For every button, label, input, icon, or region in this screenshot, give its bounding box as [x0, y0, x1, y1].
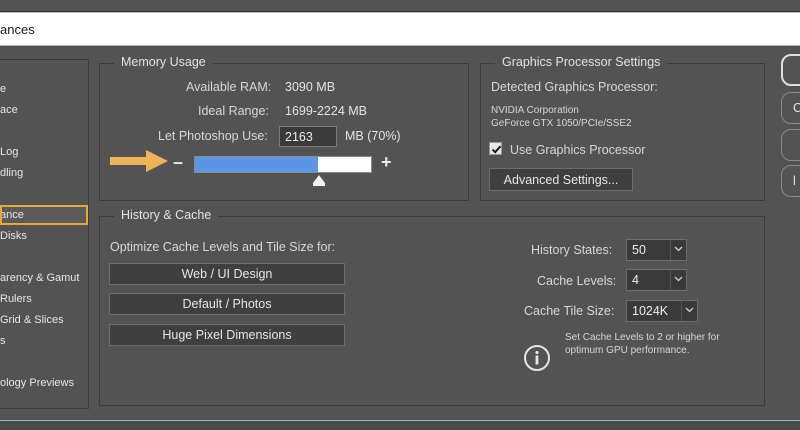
sidebar-item-performance[interactable]: ance [0, 205, 88, 225]
history-states-select[interactable]: 50 [626, 239, 687, 261]
ok-button[interactable] [781, 54, 800, 86]
huge-pixel-dimensions-button[interactable]: Huge Pixel Dimensions [109, 324, 345, 346]
chevron-down-icon [685, 307, 694, 313]
sidebar-item-history-log[interactable]: Log [0, 142, 88, 162]
memory-amount-input[interactable] [279, 126, 337, 147]
title-bar: ances [0, 12, 800, 46]
window-top-strip [0, 0, 800, 12]
gpu-model: GeForce GTX 1050/PCIe/SSE2 [491, 118, 632, 129]
use-gpu-label: Use Graphics Processor [510, 143, 646, 157]
cancel-button[interactable]: C [781, 92, 800, 124]
window-title: ances [0, 22, 35, 37]
checkmark-icon [491, 145, 502, 154]
cache-levels-select[interactable]: 4 [626, 269, 687, 291]
sidebar-item-transparency-gamut[interactable]: arency & Gamut [0, 268, 88, 288]
sidebar-item-file-handling[interactable]: dling [0, 163, 88, 183]
window-bottom-strip [0, 420, 800, 430]
preferences-dialog: e ace Log dling ance Disks arency & Gamu… [0, 47, 800, 422]
use-gpu-checkbox[interactable] [489, 142, 502, 155]
sidebar-item-general[interactable]: e [0, 79, 88, 99]
available-ram-value: 3090 MB [285, 80, 336, 94]
cache-levels-value: 4 [632, 273, 639, 287]
cache-levels-label: Cache Levels: [537, 274, 617, 288]
memory-decrease-button[interactable]: – [173, 152, 183, 173]
prev-button[interactable] [781, 129, 800, 161]
cache-note-line-2: optimum GPU performance. [565, 345, 690, 356]
default-photos-button[interactable]: Default / Photos [109, 293, 345, 315]
memory-increase-button[interactable]: + [381, 152, 392, 173]
cache-note-line-1: Set Cache Levels to 2 or higher for [565, 332, 720, 343]
cache-tile-size-label: Cache Tile Size: [524, 304, 615, 318]
let-photoshop-use-label: Let Photoshop Use: [158, 129, 268, 143]
history-states-value: 50 [632, 243, 646, 257]
detected-gpu-label: Detected Graphics Processor: [491, 80, 658, 94]
sidebar-item-scratch-disks[interactable]: Disks [0, 226, 88, 246]
gpu-vendor: NVIDIA Corporation [491, 105, 579, 116]
ideal-range-value: 1699-2224 MB [285, 104, 368, 118]
graphics-processor-title: Graphics Processor Settings [495, 55, 668, 69]
highlight-arrow-icon [110, 150, 168, 172]
info-icon [524, 345, 550, 371]
web-ui-design-button[interactable]: Web / UI Design [109, 263, 345, 285]
sidebar-item-units-rulers[interactable]: Rulers [0, 289, 88, 309]
sidebar-item-technology-previews[interactable]: ology Previews [0, 373, 88, 393]
sidebar-item-guides-grid-slices[interactable]: Grid & Slices [0, 310, 88, 330]
chevron-down-icon [674, 246, 683, 252]
cache-tile-size-select[interactable]: 1024K [626, 300, 698, 322]
sidebar-item-interface[interactable]: ace [0, 100, 88, 120]
optimize-cache-label: Optimize Cache Levels and Tile Size for: [110, 240, 336, 254]
memory-slider-thumb[interactable] [312, 175, 325, 186]
memory-usage-title: Memory Usage [114, 55, 213, 69]
sidebar-item-plugins[interactable]: s [0, 331, 88, 351]
memory-slider-track[interactable] [194, 156, 372, 173]
next-button[interactable]: l [781, 165, 800, 197]
chevron-down-icon [674, 276, 683, 282]
history-states-label: History States: [531, 243, 613, 257]
history-cache-title: History & Cache [114, 208, 219, 222]
advanced-settings-button[interactable]: Advanced Settings... [489, 168, 633, 191]
ideal-range-label: Ideal Range: [198, 104, 269, 118]
memory-unit-label: MB (70%) [345, 129, 401, 143]
memory-slider-fill [195, 157, 319, 172]
cache-tile-size-value: 1024K [632, 304, 669, 318]
available-ram-label: Available RAM: [186, 80, 272, 94]
preferences-sidebar: e ace Log dling ance Disks arency & Gamu… [0, 59, 89, 409]
